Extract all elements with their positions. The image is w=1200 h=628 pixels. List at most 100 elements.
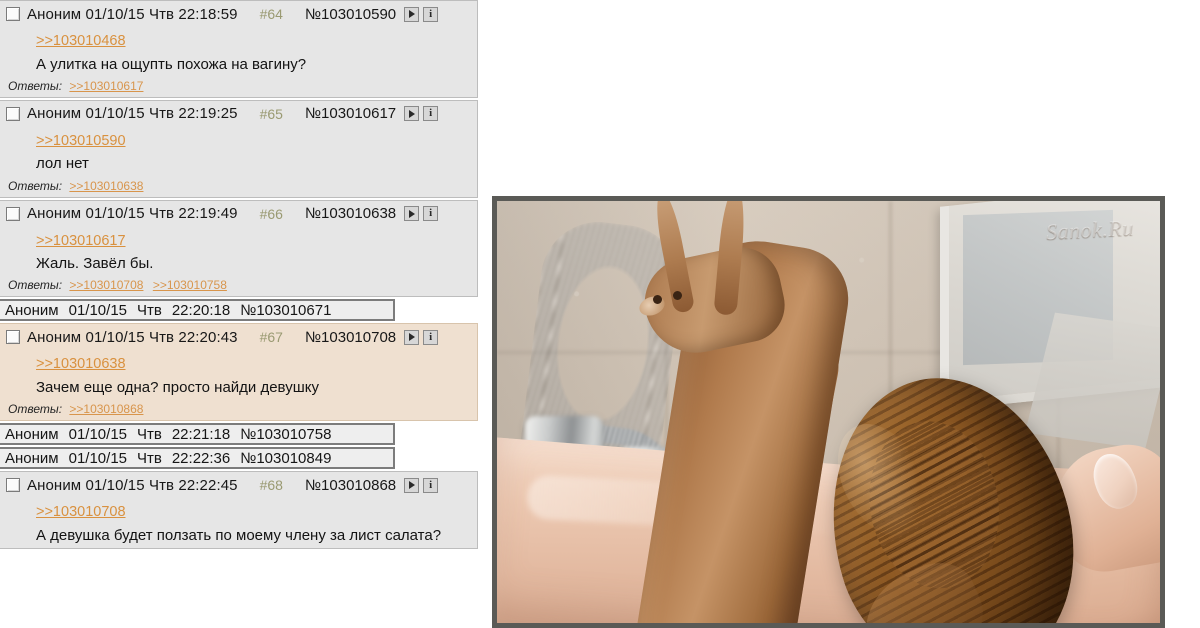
- post-date-value: 01/10/15: [85, 5, 145, 23]
- post[interactable]: Аноним 01/10/15 Чтв 22:20:43 #67 №103010…: [0, 323, 478, 422]
- post-answers: Ответы: >>103010868: [0, 400, 477, 420]
- post-text: А улитка на ощупть похожа на вагину?: [36, 55, 307, 73]
- post-answers: Ответы: >>103010708 >>103010758: [0, 276, 477, 296]
- post-time: 22:22:45: [178, 476, 238, 494]
- play-icon[interactable]: [404, 329, 420, 345]
- answers-label: Ответы:: [8, 402, 63, 417]
- post-author: Аноним: [27, 205, 82, 223]
- post-text: Жаль. Завёл бы.: [36, 255, 154, 273]
- post-body: >>103010617 Жаль. Завёл бы.: [0, 225, 477, 277]
- stub-author: Аноним: [5, 449, 59, 467]
- post-body: >>103010590 лол нет: [0, 125, 477, 177]
- post-author: Аноним: [27, 105, 82, 123]
- thread-column: Аноним 01/10/15 Чтв 22:18:59 #64 №103010…: [0, 0, 482, 628]
- play-icon[interactable]: [404, 6, 420, 22]
- post-id[interactable]: №103010708: [305, 329, 396, 346]
- answers-label: Ответы:: [8, 178, 63, 193]
- post-header: Аноним 01/10/15 Чтв 22:22:45 #68 №103010…: [0, 472, 477, 496]
- stub-id: №103010849: [240, 449, 332, 467]
- post-weekday: Чтв: [148, 205, 175, 223]
- post-sequence: #67: [259, 329, 283, 346]
- post-sequence: #68: [259, 477, 283, 494]
- stub-date: 01/10/15: [68, 425, 127, 443]
- answers-label: Ответы:: [8, 78, 63, 93]
- post-header-icons: i: [404, 206, 439, 222]
- post-sequence: #64: [259, 6, 283, 22]
- stub-date: 01/10/15: [68, 301, 127, 319]
- post-author: Аноним: [27, 5, 82, 23]
- quote-link[interactable]: >>103010708: [36, 503, 126, 523]
- info-icon[interactable]: i: [423, 329, 439, 345]
- stub-weekday: Чтв: [137, 449, 162, 467]
- snail-photograph: Sanok.Ru: [497, 201, 1160, 623]
- post-header: Аноним 01/10/15 Чтв 22:18:59 #64 №103010…: [0, 1, 477, 25]
- answer-link[interactable]: >>103010758: [153, 278, 227, 292]
- checkbox-icon[interactable]: [6, 478, 20, 493]
- play-icon[interactable]: [404, 206, 420, 222]
- post-date-value: 01/10/15: [85, 476, 145, 494]
- post-weekday: Чтв: [148, 105, 175, 123]
- post-time: 22:19:49: [178, 205, 238, 223]
- post[interactable]: Аноним 01/10/15 Чтв 22:19:25 #65 №103010…: [0, 99, 478, 198]
- stub-author: Аноним: [5, 301, 59, 319]
- post-header-icons: i: [404, 106, 439, 122]
- post-header: Аноним 01/10/15 Чтв 22:20:43 #67 №103010…: [0, 324, 477, 348]
- post-answers: Ответы: >>103010617: [0, 77, 477, 97]
- post[interactable]: Аноним 01/10/15 Чтв 22:22:45 #68 №103010…: [0, 471, 478, 550]
- post-text: А девушка будет ползать по моему члену з…: [36, 526, 442, 544]
- info-icon[interactable]: i: [423, 477, 439, 493]
- collapsed-post[interactable]: Аноним 01/10/15 Чтв 22:20:18 №103010671: [0, 299, 395, 322]
- post-date-value: 01/10/15: [85, 105, 145, 123]
- info-icon[interactable]: i: [423, 6, 439, 22]
- post-sequence: #65: [259, 105, 283, 122]
- checkbox-icon[interactable]: [6, 106, 20, 121]
- quote-link[interactable]: >>103010617: [36, 232, 126, 252]
- post-text: лол нет: [36, 155, 89, 173]
- post-id[interactable]: №103010868: [305, 477, 396, 494]
- post-weekday: Чтв: [148, 476, 175, 494]
- post-sequence: #66: [259, 205, 283, 222]
- info-icon[interactable]: i: [423, 106, 439, 122]
- stub-date: 01/10/15: [68, 449, 127, 467]
- post-author: Аноним: [27, 328, 82, 346]
- stub-author: Аноним: [5, 425, 59, 443]
- snail-eye: [673, 291, 682, 300]
- post-weekday: Чтв: [148, 328, 175, 346]
- stub-id: №103010758: [240, 425, 332, 443]
- post-date-value: 01/10/15: [85, 205, 145, 223]
- post-time: 22:19:25: [178, 105, 238, 123]
- answer-link[interactable]: >>103010617: [69, 79, 143, 93]
- snail-eye: [653, 295, 662, 304]
- watermark: Sanok.Ru: [1045, 214, 1135, 245]
- post-answers: Ответы: >>103010638: [0, 177, 477, 197]
- checkbox-icon[interactable]: [6, 330, 20, 345]
- attached-image[interactable]: Sanok.Ru: [492, 196, 1165, 628]
- post-id[interactable]: №103010638: [305, 205, 396, 222]
- post-id[interactable]: №103010590: [305, 6, 396, 23]
- checkbox-icon[interactable]: [6, 7, 20, 21]
- post-time: 22:20:43: [178, 328, 238, 346]
- post-header-icons: i: [404, 6, 439, 22]
- post-header-icons: i: [404, 329, 439, 345]
- checkbox-icon[interactable]: [6, 206, 20, 221]
- play-icon[interactable]: [404, 477, 420, 493]
- post-body: >>103010468 А улитка на ощупть похожа на…: [0, 25, 477, 77]
- answer-link[interactable]: >>103010708: [69, 278, 143, 292]
- answer-link[interactable]: >>103010868: [69, 402, 143, 416]
- stub-weekday: Чтв: [137, 301, 162, 319]
- post-header: Аноним 01/10/15 Чтв 22:19:25 #65 №103010…: [0, 101, 477, 125]
- post-body: >>103010708 А девушка будет ползать по м…: [0, 496, 477, 548]
- post-id[interactable]: №103010617: [305, 105, 396, 122]
- info-icon[interactable]: i: [423, 206, 439, 222]
- quote-link[interactable]: >>103010590: [36, 132, 126, 152]
- answers-label: Ответы:: [8, 278, 63, 293]
- answer-link[interactable]: >>103010638: [69, 179, 143, 193]
- post[interactable]: Аноним 01/10/15 Чтв 22:18:59 #64 №103010…: [0, 0, 478, 98]
- play-icon[interactable]: [404, 106, 420, 122]
- collapsed-post[interactable]: Аноним 01/10/15 Чтв 22:22:36 №103010849: [0, 447, 395, 470]
- collapsed-post[interactable]: Аноним 01/10/15 Чтв 22:21:18 №103010758: [0, 423, 395, 446]
- post[interactable]: Аноним 01/10/15 Чтв 22:19:49 #66 №103010…: [0, 199, 478, 298]
- quote-link[interactable]: >>103010468: [36, 32, 126, 52]
- post-header: Аноним 01/10/15 Чтв 22:19:49 #66 №103010…: [0, 201, 477, 225]
- quote-link[interactable]: >>103010638: [36, 355, 126, 375]
